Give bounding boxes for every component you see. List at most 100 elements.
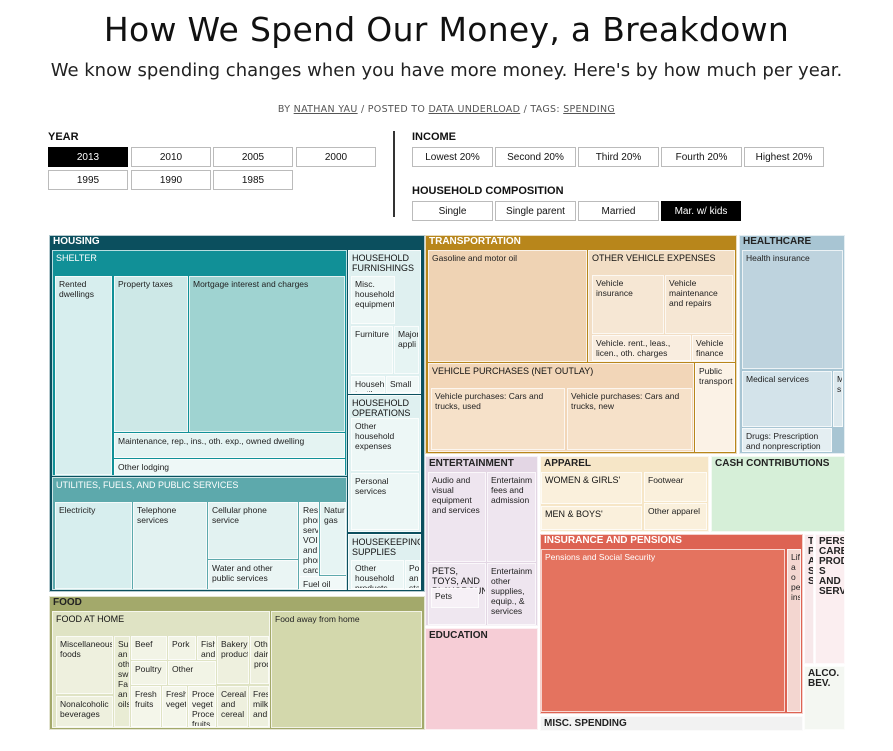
treemap-fees-admissions[interactable]: Entertainm fees and admission (487, 472, 536, 562)
treemap-cash-contributions[interactable]: CASH CONTRIBUTIONS (711, 456, 845, 532)
treemap-label: HOUSING (53, 236, 100, 247)
treemap-misc-equipment[interactable]: Misc. household equipment (351, 276, 395, 324)
spending-treemap: HOUSING SHELTER Rented dwellings Property t… (0, 0, 893, 751)
treemap-label: Other apparel (648, 506, 700, 516)
treemap-health-insurance[interactable]: Health insurance (742, 250, 843, 369)
treemap-natural-gas[interactable]: Natur gas (320, 502, 346, 575)
treemap-label: Natur gas (324, 505, 345, 525)
treemap-label: Major appli (398, 329, 419, 349)
treemap-misc-spending[interactable]: MISC. SPENDING (540, 716, 803, 731)
treemap-bakery[interactable]: Bakery products (217, 636, 249, 684)
treemap-poultry[interactable]: Poultry (131, 661, 167, 685)
treemap-footwear[interactable]: Footwear (644, 472, 707, 502)
treemap-furniture[interactable]: Furniture (351, 326, 393, 374)
treemap-label: FOOD AT HOME (56, 614, 125, 624)
treemap-public-transport[interactable]: Public transport (695, 363, 735, 452)
treemap-food-away[interactable]: Food away from home (271, 611, 422, 728)
treemap-new-cars[interactable]: Vehicle purchases: Cars and trucks, new (567, 388, 692, 450)
treemap-label: Vehicle maintenance and repairs (669, 278, 718, 308)
treemap-label: APPAREL (544, 458, 592, 469)
treemap-pork[interactable]: Pork (168, 636, 196, 660)
treemap-tobacco[interactable]: T P A S S (804, 534, 814, 664)
treemap-beef[interactable]: Beef (131, 636, 167, 660)
treemap-medical-services[interactable]: Medical services (742, 371, 832, 427)
treemap-sugar[interactable]: Su an oth sw Fa an oils (114, 636, 130, 727)
treemap-label: Pork (172, 639, 190, 649)
treemap-gasoline[interactable]: Gasoline and motor oil (428, 250, 587, 362)
treemap-other-household-products[interactable]: Other household products (351, 560, 404, 589)
treemap-women-girls[interactable]: WOMEN & GIRLS' (541, 472, 642, 504)
treemap-label: Househ textiles (355, 379, 385, 392)
treemap-vehicle-insurance[interactable]: Vehicle insurance (592, 275, 664, 334)
treemap-men-boys[interactable]: MEN & BOYS' (541, 506, 642, 530)
treemap-nonalcoholic[interactable]: Nonalcoholic beverages (56, 696, 113, 727)
treemap-label: Vehicle finance charges (696, 338, 726, 360)
treemap-electricity[interactable]: Electricity (55, 502, 132, 589)
treemap-other-meats[interactable]: Other (168, 661, 216, 685)
treemap-pets[interactable]: Pets (431, 588, 479, 608)
treemap-cellular[interactable]: Cellular phone service (208, 502, 298, 559)
treemap-label: Misc. household equipment (355, 279, 395, 309)
treemap-label: TRANSPORTATION (429, 236, 521, 247)
treemap-label: Maintenance, rep., ins., oth. exp., owne… (118, 436, 305, 446)
treemap-postage[interactable]: Po an sta (405, 560, 420, 589)
treemap-major-appliances[interactable]: Major appli (394, 326, 419, 374)
treemap-label: Fuel oil (303, 579, 331, 589)
treemap-label: Water and other public services (212, 563, 273, 583)
treemap-label: Fres milk and (253, 689, 269, 719)
treemap-household-textiles[interactable]: Househ textiles (351, 376, 385, 393)
treemap-other-entertainment[interactable]: Entertainm other supplies, equip., & ser… (487, 563, 536, 625)
treemap-label: Other household expenses (355, 421, 395, 451)
treemap-property-taxes[interactable]: Property taxes (114, 276, 188, 432)
treemap-audio-visual[interactable]: Audio and visual equipment and services (428, 472, 486, 562)
treemap-fish[interactable]: Fish and (197, 636, 216, 660)
treemap-label: Food away from home (275, 614, 360, 624)
treemap-label: Pets (435, 591, 453, 601)
treemap-label: Other dairy prod (254, 639, 269, 669)
treemap-label: Life a o pe ins (791, 552, 801, 602)
treemap-vehicle-maintenance[interactable]: Vehicle maintenance and repairs (665, 275, 733, 334)
treemap-label: PERS CARE PROD S AND SERV (819, 536, 845, 597)
treemap-other-lodging[interactable]: Other lodging (114, 459, 345, 475)
treemap-cereal[interactable]: Cereal and cereal (217, 686, 248, 727)
treemap-label: Other (172, 664, 194, 674)
treemap-label: EDUCATION (429, 630, 488, 641)
treemap-education[interactable]: EDUCATION (425, 628, 538, 730)
treemap-vehicle-finance[interactable]: Vehicle finance charges (692, 335, 733, 361)
treemap-drugs[interactable]: Drugs: Prescription and nonprescription (742, 428, 832, 452)
treemap-vehicle-rent[interactable]: Vehicle. rent., leas., licen., oth. char… (592, 335, 691, 361)
treemap-water[interactable]: Water and other public services (208, 560, 298, 589)
treemap-fresh-milk[interactable]: Fres milk and (249, 686, 269, 727)
treemap-pensions-ss[interactable]: Pensions and Social Security (541, 549, 785, 712)
treemap-other-apparel[interactable]: Other apparel (644, 503, 707, 530)
treemap-label: FOOD (53, 597, 82, 608)
treemap-misc-foods[interactable]: Miscellaneous foods (56, 636, 113, 694)
treemap-used-cars[interactable]: Vehicle purchases: Cars and trucks, used (431, 388, 565, 450)
treemap-life-insurance[interactable]: Life a o pe ins (787, 549, 801, 712)
treemap-label: Footwear (648, 475, 684, 485)
treemap-processed[interactable]: Proce veget Proce fruits (188, 686, 216, 727)
treemap-label: HOUSEKEEPING SUPPLIES (352, 537, 421, 557)
treemap-label: Fresh fruits (135, 689, 157, 709)
treemap-label: Fresh veget (166, 689, 187, 709)
treemap-telephone[interactable]: Telephone services (133, 502, 207, 589)
treemap-maintenance[interactable]: Maintenance, rep., ins., oth. exp., owne… (114, 433, 345, 458)
treemap-fresh-vegetables[interactable]: Fresh veget (162, 686, 187, 727)
treemap-mortgage-interest[interactable]: Mortgage interest and charges (189, 276, 345, 432)
treemap-label: Small (390, 379, 412, 389)
treemap-label: M s (837, 374, 842, 394)
treemap-personal-care[interactable]: PERS CARE PROD S AND SERV (815, 534, 845, 664)
treemap-label: CASH CONTRIBUTIONS (715, 458, 830, 469)
treemap-label: SHELTER (56, 253, 97, 263)
treemap-small-appliances[interactable]: Small (386, 376, 419, 393)
treemap-rented-dwellings[interactable]: Rented dwellings (55, 276, 112, 475)
treemap-fuel-oil[interactable]: Fuel oil (299, 576, 346, 590)
treemap-fresh-fruits[interactable]: Fresh fruits (131, 686, 161, 727)
treemap-other-dairy[interactable]: Other dairy prod (250, 636, 269, 684)
treemap-medical-supplies[interactable]: M s (833, 371, 843, 427)
treemap-other-household-expenses[interactable]: Other household expenses (351, 418, 419, 471)
treemap-personal-services[interactable]: Personal services (351, 473, 419, 530)
treemap-alcohol[interactable]: ALCO. BEV. (804, 666, 845, 730)
treemap-label: ALCO. BEV. (808, 668, 840, 689)
treemap-label: VEHICLE PURCHASES (NET OUTLAY) (432, 366, 594, 376)
